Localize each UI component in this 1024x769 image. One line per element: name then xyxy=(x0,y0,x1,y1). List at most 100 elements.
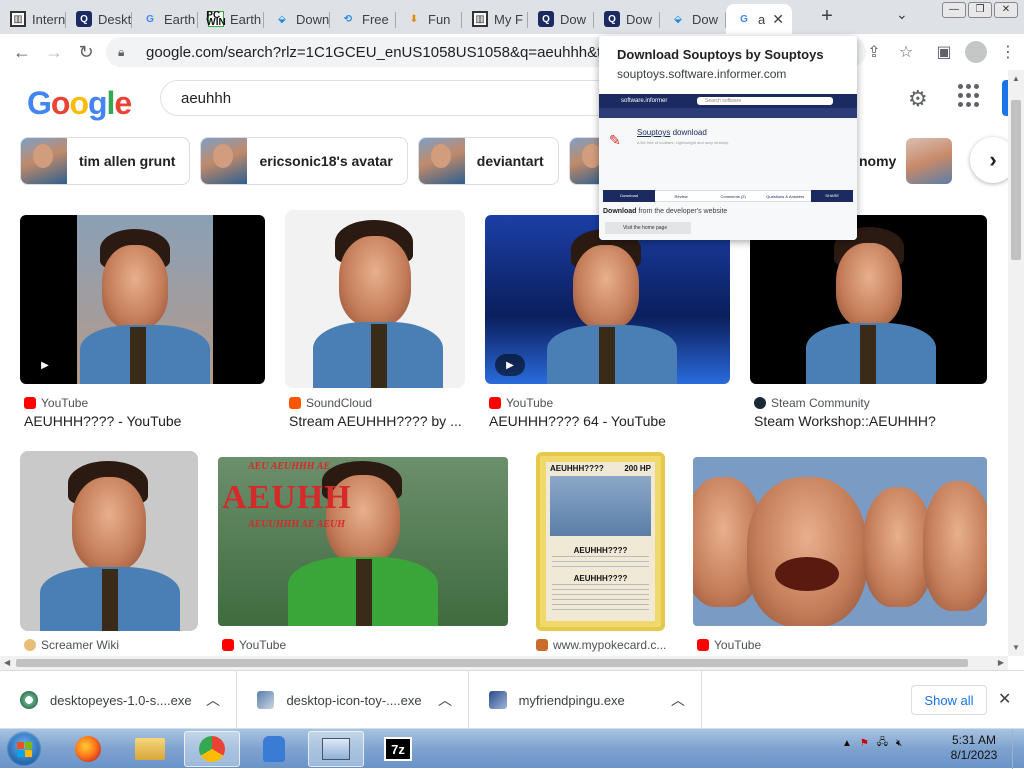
apps-grid-icon[interactable] xyxy=(958,84,982,108)
result-title[interactable]: AEUHHH???? - YouTube xyxy=(24,413,181,429)
menu-kebab-icon[interactable]: ⋮ xyxy=(992,36,1024,68)
scroll-right-icon[interactable]: ▶ xyxy=(998,658,1004,667)
result-thumbnail[interactable]: ▶ xyxy=(485,215,730,384)
result-source[interactable]: Steam Community xyxy=(754,396,870,410)
android-app-taskbar-button[interactable] xyxy=(246,731,302,767)
close-icon[interactable]: ✕ xyxy=(998,689,1011,709)
result-source[interactable]: YouTube xyxy=(222,638,286,652)
flag-icon[interactable]: ⚑ xyxy=(860,738,869,749)
show-all-button[interactable]: Show all xyxy=(911,685,987,715)
tab-free[interactable]: ⟲ Free xyxy=(330,4,396,34)
restore-button[interactable]: ❐ xyxy=(968,2,992,18)
preview-nav xyxy=(599,108,857,118)
tab-my-f[interactable]: ▥ My F xyxy=(462,4,528,34)
volume-muted-icon[interactable]: 🔇︎ xyxy=(896,738,902,749)
horizontal-scroll-thumb[interactable] xyxy=(16,659,968,667)
folder-icon xyxy=(135,738,165,760)
tab-dow-1[interactable]: Q Dow xyxy=(528,4,594,34)
download-item[interactable]: myfriendpingu.exe ︿ xyxy=(469,671,702,729)
preview-tab: Comments (2) xyxy=(720,193,746,199)
logo-letter: o xyxy=(50,85,71,121)
tab-fun[interactable]: ⬇ Fun xyxy=(396,4,462,34)
taskbar-clock[interactable]: 5:31 AM 8/1/2023 xyxy=(948,733,1000,763)
bank-icon: ▥ xyxy=(472,11,488,27)
tab-earth-google[interactable]: G Earth xyxy=(132,4,198,34)
scroll-down-icon[interactable]: ▼ xyxy=(1012,643,1020,652)
result-thumbnail[interactable] xyxy=(20,451,198,631)
meme-caption-bottom: AEUUHHH AE AEUH xyxy=(248,519,346,530)
informer-icon: Q xyxy=(538,11,554,27)
gear-icon[interactable]: ⚙ xyxy=(908,86,928,112)
result-title[interactable]: AEUHHH???? 64 - YouTube xyxy=(489,413,666,429)
vertical-scroll-thumb[interactable] xyxy=(1011,100,1021,260)
firefox-icon xyxy=(75,736,101,762)
scroll-up-icon[interactable]: ▲ xyxy=(1012,74,1020,83)
chip-ericsonic18-avatar[interactable]: ericsonic18's avatar xyxy=(200,137,408,185)
youtube-icon xyxy=(489,397,501,409)
result-thumbnail[interactable]: AEU AEUHHH AE AEUHH AEUUHHH AE AEUH xyxy=(218,457,508,626)
tab-dow-3[interactable]: ⬙ Dow xyxy=(660,4,726,34)
scroll-left-icon[interactable]: ◀ xyxy=(4,658,10,667)
tab-title: Dow xyxy=(692,11,719,27)
profile-icon[interactable] xyxy=(960,36,992,68)
new-tab-icon[interactable]: + xyxy=(816,6,838,28)
robot-icon xyxy=(263,736,285,762)
back-icon[interactable]: ← xyxy=(6,36,38,68)
search-input[interactable]: aeuhhh xyxy=(160,80,620,116)
show-desktop-button[interactable] xyxy=(1012,729,1024,769)
result-title[interactable]: Stream AEUHHH???? by ... xyxy=(289,413,462,429)
google-logo[interactable]: Google xyxy=(27,85,132,122)
pokecard-text-lines xyxy=(552,556,649,568)
result-thumbnail[interactable] xyxy=(750,215,987,384)
windows-taskbar: 7z ▲ ⚑ 🖧︎ 🔇︎ 5:31 AM 8/1/2023 xyxy=(0,728,1024,769)
result-source[interactable]: SoundCloud xyxy=(289,396,372,410)
bookmark-star-icon[interactable]: ☆ xyxy=(890,36,922,68)
firefox-taskbar-button[interactable] xyxy=(60,731,116,767)
download-name: desktopeyes-1.0-s....exe xyxy=(50,692,192,708)
share-icon[interactable]: ⇪ xyxy=(858,36,890,68)
result-source[interactable]: YouTube xyxy=(24,396,88,410)
chevron-up-icon[interactable]: ︿ xyxy=(206,690,220,710)
control-panel-taskbar-button[interactable] xyxy=(308,731,364,767)
result-source[interactable]: www.mypokecard.c... xyxy=(536,638,666,652)
tab-dow-2[interactable]: Q Dow xyxy=(594,4,660,34)
close-tab-icon[interactable]: ✕ xyxy=(772,11,784,28)
result-thumbnail[interactable] xyxy=(285,210,465,388)
network-icon[interactable]: 🖧︎ xyxy=(877,735,888,752)
download-name: myfriendpingu.exe xyxy=(518,692,625,708)
tab-title: Dow xyxy=(626,11,653,27)
result-source[interactable]: Screamer Wiki xyxy=(24,638,119,652)
chevron-up-icon[interactable]: ︿ xyxy=(671,690,685,710)
download-item[interactable]: desktop-icon-toy-....exe ︿ xyxy=(237,671,469,729)
chrome-taskbar-button[interactable] xyxy=(184,731,240,767)
chip-tim-allen-grunt[interactable]: tim allen grunt xyxy=(20,137,191,185)
tab-active-google[interactable]: G a ✕ xyxy=(726,4,792,34)
hover-card-domain: souptoys.software.informer.com xyxy=(617,67,787,81)
result-title[interactable]: Steam Workshop::AEUHHH? xyxy=(754,413,936,429)
side-panel-icon[interactable]: ▣ xyxy=(928,36,960,68)
start-button[interactable] xyxy=(6,731,42,767)
7zip-taskbar-button[interactable]: 7z xyxy=(370,731,426,767)
forward-icon[interactable]: → xyxy=(38,36,70,68)
tab-download-1[interactable]: ⬙ Download xyxy=(264,4,330,34)
result-thumbnail[interactable] xyxy=(693,457,987,626)
tray-expand-icon[interactable]: ▲ xyxy=(842,738,852,749)
horizontal-scrollbar[interactable]: ◀ ▶ xyxy=(0,656,1008,670)
close-window-button[interactable]: ✕ xyxy=(994,2,1018,18)
result-source[interactable]: YouTube xyxy=(489,396,553,410)
hover-card-preview: software.informer Search software ✎ Soup… xyxy=(599,94,857,240)
result-thumbnail[interactable]: ▶ xyxy=(20,215,265,384)
download-item[interactable]: desktopeyes-1.0-s....exe ︿ xyxy=(0,671,237,729)
tab-desktop[interactable]: Q Desktop xyxy=(66,4,132,34)
vertical-scrollbar[interactable]: ▲ ▼ xyxy=(1008,70,1024,656)
explorer-taskbar-button[interactable] xyxy=(122,731,178,767)
tab-internet-archive[interactable]: ▥ Internet Archive xyxy=(0,4,66,34)
chip-deviantart[interactable]: deviantart xyxy=(417,137,559,185)
result-thumbnail[interactable]: AEUHHH???? 200 HP AEUHHH???? AEUHHH???? xyxy=(536,452,665,631)
result-source[interactable]: YouTube xyxy=(697,638,761,652)
reload-icon[interactable]: ↻ xyxy=(70,36,102,68)
chevron-down-icon[interactable]: ⌄ xyxy=(896,6,908,23)
chevron-up-icon[interactable]: ︿ xyxy=(438,690,452,710)
minimize-button[interactable]: — xyxy=(942,2,966,18)
tab-earth-pcwin[interactable]: PC WIN Earth xyxy=(198,4,264,34)
